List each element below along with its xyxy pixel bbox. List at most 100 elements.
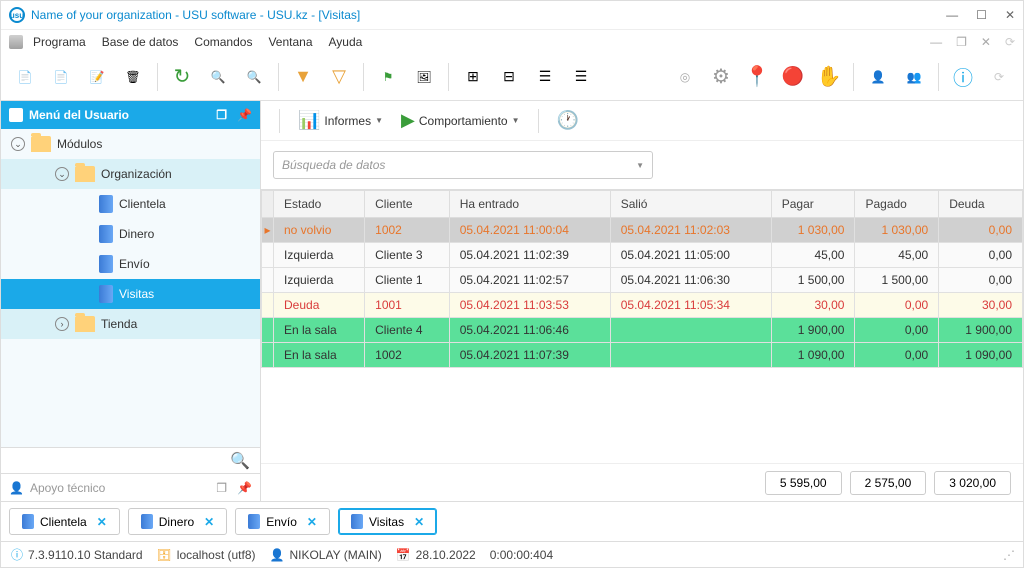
cell-cliente[interactable]: 1002 (365, 218, 450, 243)
cell-deuda[interactable]: 0,00 (939, 243, 1023, 268)
cell-pagar[interactable]: 1 900,00 (771, 318, 855, 343)
reports-button[interactable]: 📊 Informes ▼ (292, 107, 389, 134)
tree-organization[interactable]: ⌄ Organización (1, 159, 260, 189)
search-input[interactable]: Búsqueda de datos ▼ (273, 151, 653, 179)
color-button[interactable]: 🔴 (777, 61, 809, 93)
menu-comandos[interactable]: Comandos (188, 33, 258, 51)
table-row[interactable]: IzquierdaCliente 305.04.2021 11:02:3905.… (262, 243, 1023, 268)
copy-document-button[interactable]: 📄 (45, 61, 77, 93)
table-row[interactable]: ▸no volvio100205.04.2021 11:00:0405.04.2… (262, 218, 1023, 243)
collapse-icon[interactable]: ⌄ (11, 137, 25, 151)
search-button[interactable]: 🔍 (202, 61, 234, 93)
tree-envio[interactable]: Envío (1, 249, 260, 279)
cell-cliente[interactable]: Cliente 1 (365, 268, 450, 293)
data-grid[interactable]: Estado Cliente Ha entrado Salió Pagar Pa… (261, 189, 1023, 463)
tech-support-panel[interactable]: 👤 Apoyo técnico ❐ 📌 (1, 473, 260, 501)
cell-estado[interactable]: Izquierda (274, 268, 365, 293)
power-button[interactable]: ⟳ (983, 61, 1015, 93)
child-restore-button[interactable]: ❐ (956, 35, 967, 49)
filter-button[interactable]: ▼ (287, 61, 319, 93)
settings-button[interactable]: ⚙ (705, 61, 737, 93)
collapse-icon[interactable]: ⌄ (55, 167, 69, 181)
cell-estado[interactable]: En la sala (274, 343, 365, 368)
tree-dinero[interactable]: Dinero (1, 219, 260, 249)
cell-cliente[interactable]: 1001 (365, 293, 450, 318)
col-pagado[interactable]: Pagado (855, 191, 939, 218)
cell-pagar[interactable]: 1 500,00 (771, 268, 855, 293)
menu-programa[interactable]: Programa (27, 33, 92, 51)
cell-entrado[interactable]: 05.04.2021 11:06:46 (449, 318, 610, 343)
cell-salio[interactable]: 05.04.2021 11:06:30 (610, 268, 771, 293)
cell-pagado[interactable]: 0,00 (855, 343, 939, 368)
expand-icon[interactable]: › (55, 317, 69, 331)
maximize-button[interactable]: ☐ (976, 8, 987, 22)
clock-button[interactable]: 🕐 (551, 107, 585, 134)
cell-deuda[interactable]: 0,00 (939, 268, 1023, 293)
table-row[interactable]: Deuda100105.04.2021 11:03:5305.04.2021 1… (262, 293, 1023, 318)
menu-ayuda[interactable]: Ayuda (323, 33, 369, 51)
sidebar-search[interactable]: 🔍 (1, 447, 260, 473)
refresh-button[interactable]: ↻ (166, 61, 198, 93)
cell-deuda[interactable]: 30,00 (939, 293, 1023, 318)
filter-clear-button[interactable]: ▽ (323, 61, 355, 93)
tree-alt-button[interactable]: ☰ (565, 61, 597, 93)
cell-entrado[interactable]: 05.04.2021 11:02:57 (449, 268, 610, 293)
delete-document-button[interactable]: 🗑 (117, 61, 149, 93)
cell-entrado[interactable]: 05.04.2021 11:02:39 (449, 243, 610, 268)
menu-base-de-datos[interactable]: Base de datos (96, 33, 185, 51)
support-pin-button[interactable]: 📌 (237, 481, 252, 495)
tree-button[interactable]: ☰ (529, 61, 561, 93)
tree-clientela[interactable]: Clientela (1, 189, 260, 219)
child-minimize-button[interactable]: — (930, 35, 942, 49)
table-row[interactable]: En la salaCliente 405.04.2021 11:06:46 1 … (262, 318, 1023, 343)
image-button[interactable]: 🖼 (408, 61, 440, 93)
resize-grip-icon[interactable]: ⋰ (1003, 548, 1013, 562)
cell-pagar[interactable]: 1 030,00 (771, 218, 855, 243)
menu-ventana[interactable]: Ventana (262, 33, 318, 51)
col-estado[interactable]: Estado (274, 191, 365, 218)
col-salio[interactable]: Salió (610, 191, 771, 218)
table-row[interactable]: IzquierdaCliente 105.04.2021 11:02:5705.… (262, 268, 1023, 293)
sidebar-dock-button[interactable]: ❐ (216, 108, 227, 122)
close-button[interactable]: ✕ (1005, 8, 1015, 22)
table-row[interactable]: En la sala100205.04.2021 11:07:391 090,0… (262, 343, 1023, 368)
cell-estado[interactable]: Deuda (274, 293, 365, 318)
close-tab-icon[interactable]: ✕ (307, 515, 317, 529)
tab-clientela[interactable]: Clientela ✕ (9, 508, 120, 535)
new-document-button[interactable]: 📄 (9, 61, 41, 93)
users-button[interactable]: 👥 (898, 61, 930, 93)
cell-salio[interactable]: 05.04.2021 11:05:34 (610, 293, 771, 318)
cell-pagado[interactable]: 0,00 (855, 318, 939, 343)
cell-pagar[interactable]: 1 090,00 (771, 343, 855, 368)
cell-pagado[interactable]: 0,00 (855, 293, 939, 318)
location-button[interactable]: 📍 (741, 61, 773, 93)
cell-estado[interactable]: En la sala (274, 318, 365, 343)
tab-envio[interactable]: Envío ✕ (235, 508, 330, 535)
cell-deuda[interactable]: 1 090,00 (939, 343, 1023, 368)
tab-visitas[interactable]: Visitas ✕ (338, 508, 437, 535)
cell-pagado[interactable]: 1 500,00 (855, 268, 939, 293)
cell-entrado[interactable]: 05.04.2021 11:00:04 (449, 218, 610, 243)
flag-button[interactable]: ⚑ (372, 61, 404, 93)
child-close-button[interactable]: ✕ (981, 35, 991, 49)
behavior-button[interactable]: ▶ Comportamiento ▼ (395, 107, 525, 134)
support-dock-button[interactable]: ❐ (216, 481, 227, 495)
col-cliente[interactable]: Cliente (365, 191, 450, 218)
cell-estado[interactable]: Izquierda (274, 243, 365, 268)
collapse-tree-button[interactable]: ⊟ (493, 61, 525, 93)
cell-salio[interactable] (610, 318, 771, 343)
col-deuda[interactable]: Deuda (939, 191, 1023, 218)
col-entrado[interactable]: Ha entrado (449, 191, 610, 218)
cell-entrado[interactable]: 05.04.2021 11:07:39 (449, 343, 610, 368)
child-help-button[interactable]: ⟳ (1005, 35, 1015, 49)
cell-estado[interactable]: no volvio (274, 218, 365, 243)
close-tab-icon[interactable]: ✕ (97, 515, 107, 529)
close-tab-icon[interactable]: ✕ (204, 515, 214, 529)
cell-cliente[interactable]: Cliente 4 (365, 318, 450, 343)
expand-tree-button[interactable]: ⊞ (457, 61, 489, 93)
cell-pagar[interactable]: 30,00 (771, 293, 855, 318)
hand-button[interactable]: ✋ (813, 61, 845, 93)
search-plus-button[interactable]: 🔍 (238, 61, 270, 93)
col-pagar[interactable]: Pagar (771, 191, 855, 218)
cell-salio[interactable] (610, 343, 771, 368)
